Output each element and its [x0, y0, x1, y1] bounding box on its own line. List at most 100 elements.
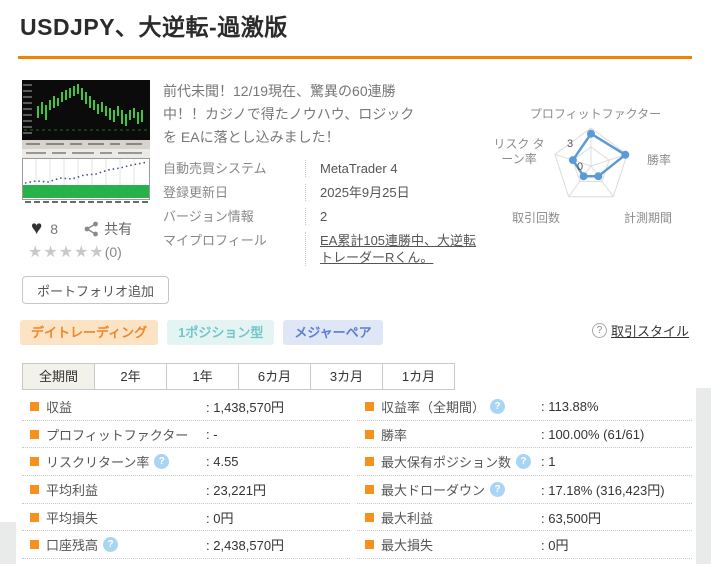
- stat-row-win-rate: 勝率 : 100.00% (61/61): [357, 421, 692, 449]
- stat-value: : 1: [541, 454, 556, 470]
- thumbnail-chart-image: [22, 80, 150, 203]
- tab-1-year[interactable]: 1年: [166, 363, 239, 390]
- stat-label: 平均損失: [46, 510, 99, 526]
- stat-value: : 113.88%: [541, 398, 599, 414]
- spec-label: バージョン情報: [163, 209, 254, 224]
- bullet-icon: [30, 540, 39, 550]
- stat-row-max-drawdown: 最大ドローダウン : 17.18% (316,423円): [357, 476, 692, 504]
- spec-label: 自動売買システム: [163, 161, 267, 176]
- stat-label: 勝率: [381, 427, 408, 443]
- stat-label: 最大ドローダウン: [381, 482, 486, 498]
- stat-value: : 2,438,570円: [206, 538, 285, 554]
- page-background-right: [696, 388, 711, 564]
- radar-axis-profit-factor: プロフィットファクター: [529, 107, 662, 121]
- stat-value: : 1,438,570円: [206, 399, 285, 415]
- page-title: USDJPY、大逆転-過激版: [20, 14, 288, 40]
- bullet-icon: [365, 484, 374, 494]
- bullet-icon: [365, 429, 374, 439]
- spec-value: MetaTrader 4: [305, 160, 485, 177]
- stat-value: : 17.18% (316,423円): [541, 482, 665, 498]
- bullet-icon: [30, 401, 39, 411]
- stat-row-avg-profit: 平均利益 : 23,221円: [22, 476, 350, 504]
- help-icon[interactable]: [490, 398, 506, 414]
- bullet-icon: [365, 457, 374, 467]
- tab-2-years[interactable]: 2年: [94, 363, 167, 390]
- product-description: 前代未聞！12/19現在、驚異の60連勝中！！カジノで得たノウハウ、ロジックを …: [163, 83, 415, 145]
- stat-label: 平均利益: [46, 482, 99, 498]
- page-background-left: [0, 522, 16, 564]
- tag-one-position[interactable]: 1ポジション型: [167, 320, 275, 345]
- rating-stars-icon: ★★★★★: [28, 244, 105, 261]
- stat-row-profit-rate: 収益率（全期間） : 113.88%: [357, 393, 692, 421]
- help-icon[interactable]: [103, 537, 119, 553]
- spec-row-version: バージョン情報 2: [163, 208, 485, 225]
- rating[interactable]: ★★★★★(0): [28, 242, 122, 262]
- tab-3-months[interactable]: 3カ月: [310, 363, 383, 390]
- stat-row-max-profit: 最大利益 : 63,500円: [357, 504, 692, 532]
- stat-value: : 4.55: [206, 454, 239, 470]
- radar-axis-risk-return: リスク ターン率: [493, 137, 545, 166]
- bullet-icon: [365, 540, 374, 550]
- share-button[interactable]: 共有: [84, 219, 132, 239]
- stat-label: プロフィットファクター: [46, 427, 189, 443]
- stat-row-max-loss: 最大損失 : 0円: [357, 531, 692, 560]
- spec-value: 2025年9月25日: [305, 184, 485, 201]
- spec-row-updated: 登録更新日 2025年9月25日: [163, 184, 485, 201]
- stat-value: : 100.00% (61/61): [541, 426, 645, 442]
- social-row: 8 共有: [31, 218, 132, 240]
- title-divider: [18, 56, 692, 59]
- stat-row-profit-factor: プロフィットファクター : -: [22, 421, 350, 449]
- tag-major-pair[interactable]: メジャーペア: [283, 320, 383, 345]
- tab-all-period[interactable]: 全期間: [22, 363, 95, 390]
- product-spec-table: 自動売買システム MetaTrader 4 登録更新日 2025年9月25日 バ…: [163, 160, 485, 266]
- like-heart-icon[interactable]: [31, 218, 42, 240]
- seller-profile-link[interactable]: EA累計105連勝中、大逆転トレーダーRくん。: [305, 232, 485, 266]
- stat-row-risk-return: リスクリターン率 : 4.55: [22, 448, 350, 477]
- like-count: 8: [50, 221, 59, 237]
- radar-tick-0: 0: [577, 161, 584, 173]
- share-icon: [84, 221, 98, 237]
- help-icon[interactable]: [516, 454, 532, 470]
- stats-right-column: 収益率（全期間） : 113.88% 勝率 : 100.00% (61/61) …: [357, 393, 692, 560]
- trade-style-link[interactable]: 取引スタイル: [611, 321, 689, 340]
- stat-row-avg-loss: 平均損失 : 0円: [22, 504, 350, 532]
- stats-left-column: 収益 : 1,438,570円 プロフィットファクター : - リスクリターン率…: [22, 393, 350, 560]
- stat-row-max-positions: 最大保有ポジション数 : 1: [357, 448, 692, 477]
- tab-6-months[interactable]: 6カ月: [238, 363, 311, 390]
- trade-style-help: 取引スタイル: [592, 321, 689, 340]
- tab-1-month[interactable]: 1カ月: [382, 363, 455, 390]
- radar-tick-3: 3: [567, 138, 574, 150]
- spec-row-profile: マイプロフィール EA累計105連勝中、大逆転トレーダーRくん。: [163, 232, 485, 266]
- bullet-icon: [365, 512, 374, 522]
- radar-axis-trade-count: 取引回数: [512, 211, 561, 225]
- spec-value: 2: [305, 208, 485, 225]
- radar-axis-period: 計測期間: [624, 211, 673, 225]
- bullet-icon: [365, 401, 374, 411]
- stat-value: : -: [206, 426, 218, 442]
- bullet-icon: [30, 484, 39, 494]
- stat-label: 最大損失: [381, 538, 434, 554]
- stat-value: : 0円: [541, 538, 569, 554]
- product-info: 前代未聞！12/19現在、驚異の60連勝中！！カジノで得たノウハウ、ロジックを …: [163, 80, 485, 273]
- stat-label: 収益: [46, 399, 73, 415]
- stat-row-balance: 口座残高 : 2,438,570円: [22, 531, 350, 560]
- period-tabs: 全期間 2年 1年 6カ月 3カ月 1カ月: [22, 363, 455, 390]
- tag-row: デイトレーディング 1ポジション型 メジャーペア: [20, 320, 392, 345]
- stat-label: 最大利益: [381, 510, 434, 526]
- help-icon[interactable]: [490, 481, 506, 497]
- bullet-icon: [30, 429, 39, 439]
- add-portfolio-button[interactable]: ポートフォリオ追加: [22, 276, 170, 304]
- stats-table: 収益 : 1,438,570円 プロフィットファクター : - リスクリターン率…: [22, 393, 692, 560]
- spec-row-system: 自動売買システム MetaTrader 4: [163, 160, 485, 177]
- stat-label: 収益率（全期間）: [381, 399, 486, 415]
- radar-axis-win-rate: 勝率: [647, 153, 672, 167]
- stat-label: 口座残高: [46, 538, 99, 554]
- question-circle-icon[interactable]: [592, 323, 607, 338]
- tag-day-trading[interactable]: デイトレーディング: [20, 320, 159, 345]
- bullet-icon: [30, 512, 39, 522]
- help-icon[interactable]: [154, 454, 170, 470]
- rating-count: (0): [104, 244, 122, 260]
- bullet-icon: [30, 457, 39, 467]
- product-thumbnail[interactable]: [22, 80, 150, 206]
- stat-value: : 0円: [206, 510, 234, 526]
